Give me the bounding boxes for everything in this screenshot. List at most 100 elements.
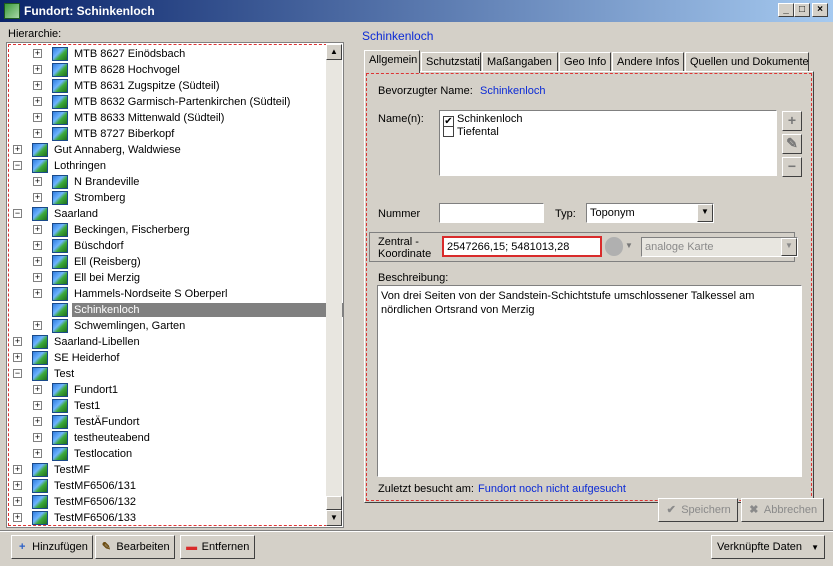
tree-node[interactable]: + MTB 8627 Einödsbach xyxy=(7,46,325,62)
tree-node[interactable]: + MTB 8628 Hochvogel xyxy=(7,62,325,78)
expand-icon[interactable]: + xyxy=(33,257,42,266)
tree-node[interactable]: + Test1 xyxy=(7,398,325,414)
tree-node[interactable]: + Hammels-Nordseite S Oberperl xyxy=(7,286,325,302)
expand-icon[interactable]: + xyxy=(33,449,42,458)
add-name-icon[interactable]: + xyxy=(782,111,802,131)
tree-node[interactable]: Schinkenloch xyxy=(7,302,343,318)
expand-icon[interactable]: + xyxy=(33,65,42,74)
names-list[interactable]: ✔ Schinkenloch Tiefental xyxy=(439,110,777,176)
expand-icon[interactable]: + xyxy=(33,321,42,330)
expand-icon[interactable]: + xyxy=(13,481,22,490)
edit-name-icon[interactable]: ✎ xyxy=(782,134,802,154)
expand-icon[interactable]: + xyxy=(33,385,42,394)
tree-node-label: TestMF6506/131 xyxy=(54,480,136,492)
tree-node[interactable]: + Schwemlingen, Garten xyxy=(7,318,325,334)
expand-icon[interactable]: + xyxy=(33,49,42,58)
locate-chevron-icon[interactable]: ▼ xyxy=(625,241,633,250)
remove-button[interactable]: ▬ Entfernen xyxy=(180,535,255,559)
tree-node[interactable]: + SE Heiderhof xyxy=(7,350,325,366)
tree-node[interactable]: + Stromberg xyxy=(7,190,325,206)
collapse-icon[interactable]: − xyxy=(13,209,22,218)
expand-icon[interactable]: + xyxy=(33,177,42,186)
tree-node[interactable]: + TestMF6506/132 xyxy=(7,494,325,510)
expand-icon[interactable]: + xyxy=(13,497,22,506)
expand-icon[interactable]: + xyxy=(33,417,42,426)
tree-node[interactable]: + Testlocation xyxy=(7,446,325,462)
tree-node[interactable]: + Fundort1 xyxy=(7,382,325,398)
tree-node[interactable]: + MTB 8633 Mittenwald (Südteil) xyxy=(7,110,325,126)
linked-data-button[interactable]: Verknüpfte Daten ▼ xyxy=(711,535,825,559)
scroll-down-button[interactable]: ▼ xyxy=(326,510,342,526)
tree-scrollbar[interactable]: ▲ ▼ xyxy=(326,44,342,526)
expand-icon[interactable]: + xyxy=(13,465,22,474)
tree-node[interactable]: + Beckingen, Fischerberg xyxy=(7,222,325,238)
expand-icon[interactable]: + xyxy=(33,113,42,122)
tree-node[interactable]: + TestÄFundort xyxy=(7,414,325,430)
add-button[interactable]: + Hinzufügen xyxy=(11,535,93,559)
expand-icon[interactable]: + xyxy=(33,97,42,106)
expand-icon[interactable]: + xyxy=(33,193,42,202)
collapse-icon[interactable]: − xyxy=(13,369,22,378)
tree-node[interactable]: + MTB 8631 Zugspitze (Südteil) xyxy=(7,78,325,94)
maximize-button[interactable]: □ xyxy=(794,3,810,17)
splitter[interactable] xyxy=(348,24,352,530)
tree-node[interactable]: + TestMF6506/131 xyxy=(7,478,325,494)
remove-name-icon[interactable]: − xyxy=(782,157,802,177)
minimize-button[interactable]: _ xyxy=(778,3,794,17)
coord-input[interactable]: 2547266,15; 5481013,28 xyxy=(442,236,602,257)
scroll-thumb[interactable] xyxy=(326,496,342,510)
expand-icon[interactable]: + xyxy=(33,241,42,250)
locate-map-icon[interactable] xyxy=(605,237,623,256)
expand-icon[interactable]: + xyxy=(33,433,42,442)
chevron-down-icon[interactable]: ▼ xyxy=(781,238,797,256)
description-textarea[interactable]: Von drei Seiten von der Sandstein-Schich… xyxy=(377,285,802,477)
tab-allgemein[interactable]: Allgemein xyxy=(364,50,420,73)
nummer-input[interactable] xyxy=(439,203,544,223)
tree-node[interactable]: + testheuteabend xyxy=(7,430,325,446)
tree-node[interactable]: + N Brandeville xyxy=(7,174,325,190)
location-node-icon xyxy=(52,271,68,285)
tree-node[interactable]: + Büschdorf xyxy=(7,238,325,254)
expand-icon[interactable]: + xyxy=(33,273,42,282)
expand-icon[interactable]: + xyxy=(13,145,22,154)
tree-node[interactable]: + Saarland-Libellen xyxy=(7,334,325,350)
expand-icon[interactable]: + xyxy=(33,225,42,234)
checkbox[interactable] xyxy=(443,126,454,137)
tree-node[interactable]: + TestMF6506/133 xyxy=(7,510,325,526)
typ-select[interactable]: Toponym ▼ xyxy=(586,203,714,223)
map-type-select[interactable]: analoge Karte ▼ xyxy=(641,237,798,257)
location-node-icon xyxy=(32,367,48,381)
expand-icon[interactable]: + xyxy=(13,353,22,362)
chevron-down-icon[interactable]: ▼ xyxy=(697,204,713,222)
list-item[interactable]: Tiefental xyxy=(443,126,499,138)
edit-button[interactable]: ✎ Bearbeiten xyxy=(95,535,175,559)
tree-node[interactable]: + TestMF xyxy=(7,462,325,478)
tree-node-label: Test xyxy=(54,368,75,380)
scroll-up-button[interactable]: ▲ xyxy=(326,44,342,60)
tree-node[interactable]: + MTB 8727 Biberkopf xyxy=(7,126,325,142)
collapse-icon[interactable]: − xyxy=(13,161,22,170)
tab-massangaben[interactable]: Maßangaben xyxy=(482,52,558,72)
list-item[interactable]: ✔ Schinkenloch xyxy=(443,113,522,127)
expand-icon[interactable]: + xyxy=(33,129,42,138)
cancel-button[interactable]: ✖ Abbrechen xyxy=(741,498,824,522)
save-button[interactable]: ✔ Speichern xyxy=(658,498,738,522)
expand-icon[interactable]: + xyxy=(33,81,42,90)
expand-icon[interactable]: + xyxy=(33,289,42,298)
tab-quellen-dokumente[interactable]: Quellen und Dokumente xyxy=(685,52,809,72)
tree-node[interactable]: − Lothringen xyxy=(7,158,325,174)
tab-schutzstati[interactable]: Schutzstati xyxy=(421,52,481,72)
tree-node[interactable]: + Ell bei Merzig xyxy=(7,270,325,286)
tree-node[interactable]: − Saarland xyxy=(7,206,325,222)
expand-icon[interactable]: + xyxy=(13,337,22,346)
tree-node[interactable]: + MTB 8632 Garmisch-Partenkirchen (Südtei… xyxy=(7,94,325,110)
tab-geo-info[interactable]: Geo Info xyxy=(559,52,611,72)
hierarchy-tree[interactable]: + MTB 8627 Einödsbach + MTB 8628 Hochvogel +… xyxy=(6,42,344,528)
close-button[interactable]: × xyxy=(812,3,828,17)
tab-andere-infos[interactable]: Andere Infos xyxy=(612,52,684,72)
expand-icon[interactable]: + xyxy=(13,513,22,522)
tree-node[interactable]: − Test xyxy=(7,366,325,382)
tree-node[interactable]: + Ell (Reisberg) xyxy=(7,254,325,270)
tree-node[interactable]: + Gut Annaberg, Waldwiese xyxy=(7,142,325,158)
expand-icon[interactable]: + xyxy=(33,401,42,410)
